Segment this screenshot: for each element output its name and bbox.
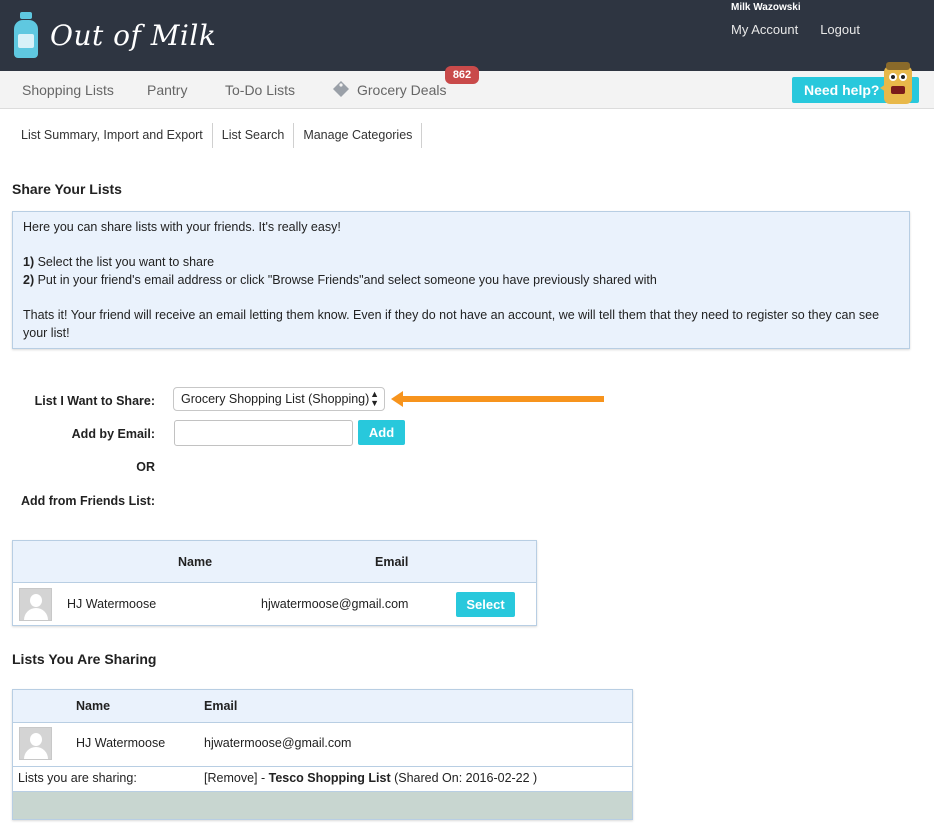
avatar	[19, 588, 52, 621]
subnav-list-search[interactable]: List Search	[213, 123, 295, 148]
row-divider	[13, 766, 632, 767]
nav-shopping-lists[interactable]: Shopping Lists	[22, 82, 114, 98]
info-closing: Thats it! Your friend will receive an em…	[23, 308, 880, 340]
user-name: Milk Wazowski	[731, 2, 801, 13]
nav-grocery-deals[interactable]: Grocery Deals	[357, 82, 446, 98]
sharing-col-name: Name	[76, 699, 111, 713]
nav-pantry[interactable]: Pantry	[147, 82, 187, 98]
table-footer	[13, 792, 632, 819]
mascot-icon	[880, 62, 912, 104]
subnav-list-summary[interactable]: List Summary, Import and Export	[12, 123, 213, 148]
sharing-table-header: Name Email	[13, 690, 632, 723]
share-instructions: Here you can share lists with your frien…	[12, 211, 910, 349]
select-arrows-icon: ▲ ▼	[370, 389, 379, 408]
deals-count-badge: 862	[445, 66, 479, 84]
friends-table-header: Name Email	[13, 541, 536, 583]
logout-link[interactable]: Logout	[820, 22, 860, 37]
list-select-value: Grocery Shopping List (Shopping)	[181, 392, 370, 406]
remove-link[interactable]: [Remove]	[204, 771, 258, 785]
friends-list-label: Add from Friends List:	[20, 494, 155, 508]
my-account-link[interactable]: My Account	[731, 22, 798, 37]
info-step-2: 2) Put in your friend's email address or…	[23, 273, 657, 287]
shared-list-entry: [Remove] - Tesco Shopping List (Shared O…	[204, 771, 538, 785]
top-header: Out of Milk Milk Wazowski My Account Log…	[0, 0, 934, 71]
milk-bottle-icon	[14, 12, 38, 58]
friends-col-name: Name	[178, 555, 213, 569]
lists-sharing-label: Lists you are sharing:	[18, 771, 137, 785]
list-share-label: List I Want to Share:	[34, 394, 155, 408]
info-step-1: 1) Select the list you want to share	[23, 255, 215, 269]
logo[interactable]: Out of Milk	[14, 12, 216, 58]
sharing-title: Lists You Are Sharing	[12, 651, 157, 667]
nav-todo-lists[interactable]: To-Do Lists	[225, 82, 295, 98]
shared-list-name: Tesco Shopping List	[268, 771, 391, 785]
tag-icon	[333, 81, 349, 97]
or-label: OR	[136, 460, 155, 474]
avatar	[19, 727, 52, 760]
email-input[interactable]	[174, 420, 353, 446]
add-email-button[interactable]: Add	[358, 420, 405, 445]
select-friend-button[interactable]: Select	[456, 592, 515, 617]
list-select[interactable]: Grocery Shopping List (Shopping) ▲ ▼	[173, 387, 385, 411]
user-links: My Account Logout	[731, 22, 860, 37]
email-label: Add by Email:	[71, 427, 155, 441]
pointer-arrow-icon	[391, 391, 604, 407]
friends-col-email: Email	[375, 555, 409, 569]
friend-email: hjwatermoose@gmail.com	[261, 597, 409, 611]
friend-name: HJ Watermoose	[67, 597, 157, 611]
sharing-name: HJ Watermoose	[76, 736, 166, 750]
sharing-email: hjwatermoose@gmail.com	[204, 736, 352, 750]
friends-table: Name Email HJ Watermoose hjwatermoose@gm…	[12, 540, 537, 626]
subnav-manage-categories[interactable]: Manage Categories	[294, 123, 423, 148]
info-intro: Here you can share lists with your frien…	[23, 220, 341, 234]
share-title: Share Your Lists	[12, 181, 122, 197]
sharing-table: Name Email HJ Watermoose hjwatermoose@gm…	[12, 689, 633, 820]
logo-text: Out of Milk	[50, 18, 217, 52]
sub-nav: List Summary, Import and Export List Sea…	[12, 123, 423, 148]
sharing-col-email: Email	[204, 699, 238, 713]
